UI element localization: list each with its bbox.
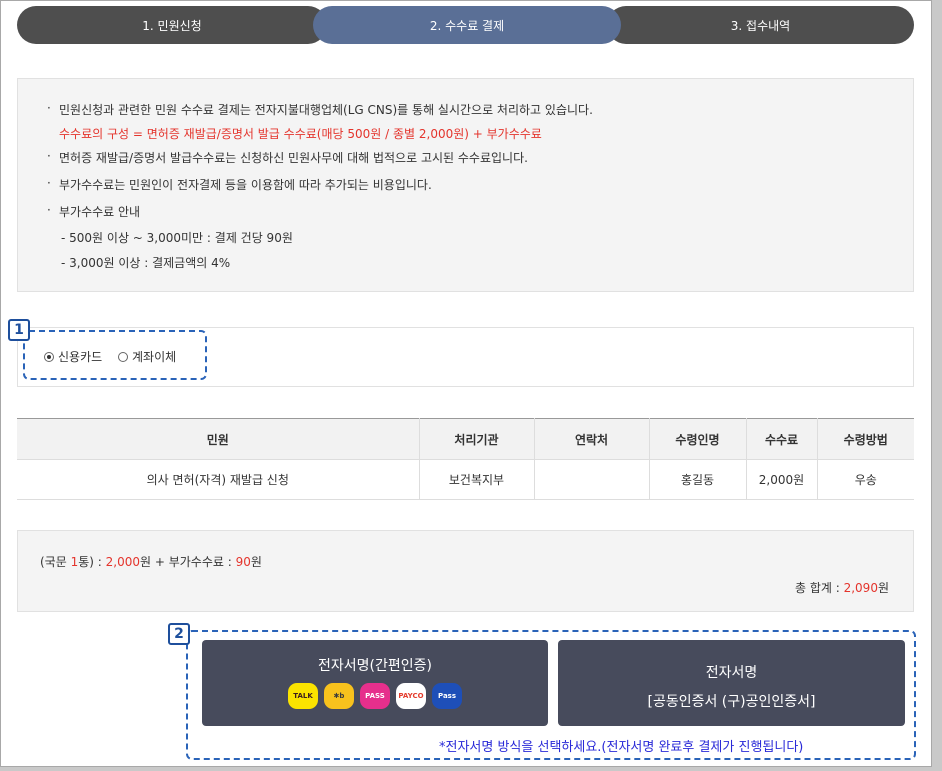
- info-sub-1: - 500원 이상 ~ 3,000미만 : 결제 건당 90원: [61, 231, 293, 245]
- step-3-label: 3. 접수내역: [730, 18, 791, 33]
- fee-won: 원: [250, 555, 262, 569]
- fee-total-won: 원: [877, 581, 889, 595]
- info-line-4: 부가수수료 안내: [59, 205, 141, 219]
- callout-1-label: 1: [8, 319, 30, 341]
- callout-1-box: [23, 330, 207, 380]
- fee-total: 총 합계 : 2,090원: [795, 579, 889, 596]
- step-1: 1. 민원신청: [17, 6, 327, 44]
- bullet: ·: [47, 101, 51, 115]
- fee-total-amount: 2,090: [843, 581, 878, 595]
- col-header-recipient: 수령인명: [649, 418, 747, 460]
- payment-page: 1. 민원신청 3. 접수내역 2. 수수료 결제 · 민원신청과 관련한 민원…: [0, 0, 932, 767]
- fee-extra-amount: 90: [235, 555, 251, 569]
- cell-application: 의사 면허(자격) 재발급 신청: [17, 459, 420, 500]
- fee-summary-box: (국문 1통) : 2,000원 + 부가수수료 : 90원 총 합계 : 2,…: [17, 530, 914, 612]
- sign-method-note: *전자서명 방식을 선택하세요.(전자서명 완료후 결제가 진행됩니다): [439, 740, 804, 755]
- col-header-fee: 수수료: [746, 418, 818, 460]
- cell-delivery: 우송: [817, 459, 914, 500]
- step-2-active: 2. 수수료 결제: [313, 6, 621, 44]
- cell-fee: 2,000원: [746, 459, 818, 500]
- col-header-delivery: 수령방법: [817, 418, 914, 460]
- step-2-label: 2. 수수료 결제: [429, 18, 505, 33]
- cell-agency: 보건복지부: [419, 459, 535, 500]
- fee-amount: 2,000: [105, 555, 140, 569]
- fee-info-box: · 민원신청과 관련한 민원 수수료 결제는 전자지불대행업체(LG CNS)를…: [17, 78, 914, 292]
- step-1-label: 1. 민원신청: [142, 18, 202, 33]
- fee-unit: 통) :: [78, 555, 106, 569]
- bullet: ·: [47, 203, 51, 217]
- table-header-row: 민원 처리기관 연락처 수령인명 수수료 수령방법: [17, 418, 914, 460]
- application-table: 민원 처리기관 연락처 수령인명 수수료 수령방법 의사 면허(자격) 재발급 …: [17, 418, 914, 500]
- callout-1-number: 1: [14, 322, 24, 338]
- col-header-contact: 연락처: [534, 418, 650, 460]
- col-header-application: 민원: [17, 418, 420, 460]
- info-sub-2: - 3,000원 이상 : 결제금액의 4%: [61, 256, 231, 270]
- bullet: ·: [47, 176, 51, 190]
- info-line-1: 민원신청과 관련한 민원 수수료 결제는 전자지불대행업체(LG CNS)를 통…: [59, 103, 593, 117]
- step-3: 3. 접수내역: [607, 6, 914, 44]
- cell-contact: [534, 459, 650, 500]
- table-row: 의사 면허(자격) 재발급 신청 보건복지부 홍길동 2,000원 우송: [17, 459, 914, 500]
- step-indicator: 1. 민원신청 3. 접수내역 2. 수수료 결제: [17, 6, 914, 44]
- fee-extra-label: 원 + 부가수수료 :: [139, 555, 236, 569]
- fee-total-label: 총 합계 :: [794, 581, 844, 595]
- callout-2-label: 2: [168, 623, 190, 645]
- col-header-agency: 처리기관: [419, 418, 535, 460]
- callout-2-number: 2: [174, 626, 184, 642]
- cell-recipient: 홍길동: [649, 459, 747, 500]
- info-fee-structure: 수수료의 구성 = 면허증 재발급/증명서 발급 수수료(매당 500원 / 종…: [59, 127, 542, 141]
- bullet: ·: [47, 149, 51, 163]
- info-line-3: 부가수수료는 민원인이 전자결제 등을 이용함에 따라 추가되는 비용입니다.: [59, 178, 432, 192]
- fee-prefix: (국문: [40, 555, 71, 569]
- info-line-2: 면허증 재발급/증명서 발급수수료는 신청하신 민원사무에 대해 법적으로 고시…: [59, 151, 528, 165]
- fee-breakdown: (국문 1통) : 2,000원 + 부가수수료 : 90원: [40, 553, 262, 570]
